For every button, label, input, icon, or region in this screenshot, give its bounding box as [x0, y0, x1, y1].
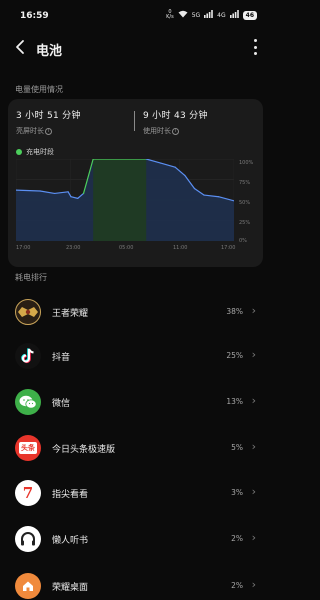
battery-line-segment: [16, 189, 41, 192]
screen-on-label-text: 亮屏时长: [16, 127, 44, 135]
app-name: 懒人听书: [52, 536, 89, 546]
x-tick-label: 05:00: [119, 245, 134, 251]
info-icon[interactable]: i: [45, 127, 52, 135]
chevron-right-icon: ›: [251, 348, 256, 361]
screen-on-label[interactable]: 亮屏时长 i: [16, 126, 81, 136]
chevron-right-icon: ›: [251, 440, 256, 453]
zhijian-icon: 7: [15, 480, 41, 506]
app-row-toutiao[interactable]: 头条 今日头条极速版 5% ›: [0, 428, 271, 473]
y-tick-label: 50%: [239, 200, 251, 206]
wifi-icon: [178, 10, 188, 20]
chevron-right-icon: ›: [251, 304, 256, 317]
honor-of-kings-icon: [15, 299, 41, 325]
signal-5g-label: 5G: [191, 11, 201, 19]
more-dot-icon: [253, 52, 257, 55]
app-row-douyin[interactable]: 抖音 25% ›: [0, 336, 271, 381]
usage-time-value: 9 小时 43 分钟: [143, 111, 208, 121]
app-percent: 2%: [231, 581, 243, 590]
app-row-zhijian[interactable]: 7 指尖看看 3% ›: [0, 473, 271, 518]
page-title: 电池: [36, 44, 63, 59]
app-percent: 5%: [231, 443, 243, 452]
usage-time-label[interactable]: 使用时长 i: [143, 126, 208, 136]
charging-period-fill: [93, 159, 147, 241]
x-tick-label: 11:00: [173, 245, 188, 251]
app-percent: 2%: [231, 534, 243, 543]
app-header: 电池: [0, 32, 271, 62]
stat-divider: [134, 111, 135, 131]
net-speed-unit: K/s: [166, 14, 174, 20]
y-tick-label: 25%: [239, 220, 251, 226]
app-name: 指尖看看: [52, 490, 89, 500]
more-dot-icon: [253, 39, 257, 42]
toutiao-icon-text: 头条: [19, 442, 37, 454]
screen-on-value: 3 小时 51 分钟: [16, 111, 81, 121]
chevron-right-icon: ›: [251, 578, 256, 591]
chevron-right-icon: ›: [251, 394, 256, 407]
back-arrow-icon: [16, 40, 24, 54]
usage-section-label: 电量使用情况: [15, 85, 63, 94]
app-name: 王者荣耀: [52, 309, 89, 319]
app-percent: 25%: [226, 351, 243, 360]
battery-chart[interactable]: [16, 159, 234, 241]
x-tick-label: 17:00: [16, 245, 31, 251]
charging-legend-dot: [16, 149, 22, 155]
chart-legend: 充电时段: [16, 147, 54, 157]
status-bar: 16:59 0 K/s 5G 4G 46: [0, 0, 271, 32]
status-time: 16:59: [20, 11, 49, 21]
signal-bars-icon-2: [229, 10, 239, 20]
usage-card: 3 小时 51 分钟 亮屏时长 i 9 小时 43 分钟 使用时长 i 充电时段 1…: [8, 99, 263, 267]
x-tick-label: 17:00: [221, 245, 236, 251]
app-percent: 38%: [226, 307, 243, 316]
more-options-button[interactable]: [251, 39, 259, 55]
more-dot-icon: [253, 45, 257, 49]
chevron-right-icon: ›: [251, 531, 256, 544]
app-percent: 13%: [226, 397, 243, 406]
app-row-lazy-audio[interactable]: 懒人听书 2% ›: [0, 519, 271, 564]
y-tick-label: 0%: [239, 238, 247, 244]
screen-on-stat: 3 小时 51 分钟 亮屏时长 i: [16, 108, 81, 136]
x-tick-label: 23:00: [66, 245, 81, 251]
chevron-right-icon: ›: [251, 485, 256, 498]
status-icons: 0 K/s 5G 4G 46: [166, 10, 257, 20]
net-speed: 0 K/s: [166, 10, 174, 20]
honor-launcher-icon: [15, 573, 41, 599]
app-name: 今日头条极速版: [52, 445, 116, 455]
y-tick-label: 100%: [239, 160, 254, 166]
wechat-icon: [15, 389, 41, 415]
lazy-audio-icon: [15, 526, 41, 552]
app-name: 抖音: [52, 353, 71, 363]
signal-4g-label: 4G: [217, 11, 226, 19]
charging-legend-label: 充电时段: [26, 148, 54, 156]
battery-icon: 46: [242, 10, 257, 20]
app-percent: 3%: [231, 488, 243, 497]
info-icon[interactable]: i: [172, 127, 179, 135]
app-name: 荣耀桌面: [52, 583, 89, 593]
app-name: 微信: [52, 399, 71, 409]
toutiao-icon: 头条: [15, 435, 41, 461]
signal-bars-icon: [204, 10, 213, 20]
usage-time-stat: 9 小时 43 分钟 使用时长 i: [143, 108, 208, 136]
zhijian-icon-text: 7: [22, 484, 34, 502]
y-tick-label: 75%: [239, 180, 251, 186]
app-row-honor-of-kings[interactable]: 王者荣耀 38% ›: [0, 292, 271, 337]
app-row-wechat[interactable]: 微信 13% ›: [0, 382, 271, 427]
douyin-icon: [15, 343, 41, 369]
usage-time-label-text: 使用时长: [143, 127, 171, 135]
app-row-honor-launcher[interactable]: 荣耀桌面 2% ›: [0, 566, 271, 600]
back-button[interactable]: [14, 37, 30, 57]
ranking-section-label: 耗电排行: [15, 273, 47, 282]
